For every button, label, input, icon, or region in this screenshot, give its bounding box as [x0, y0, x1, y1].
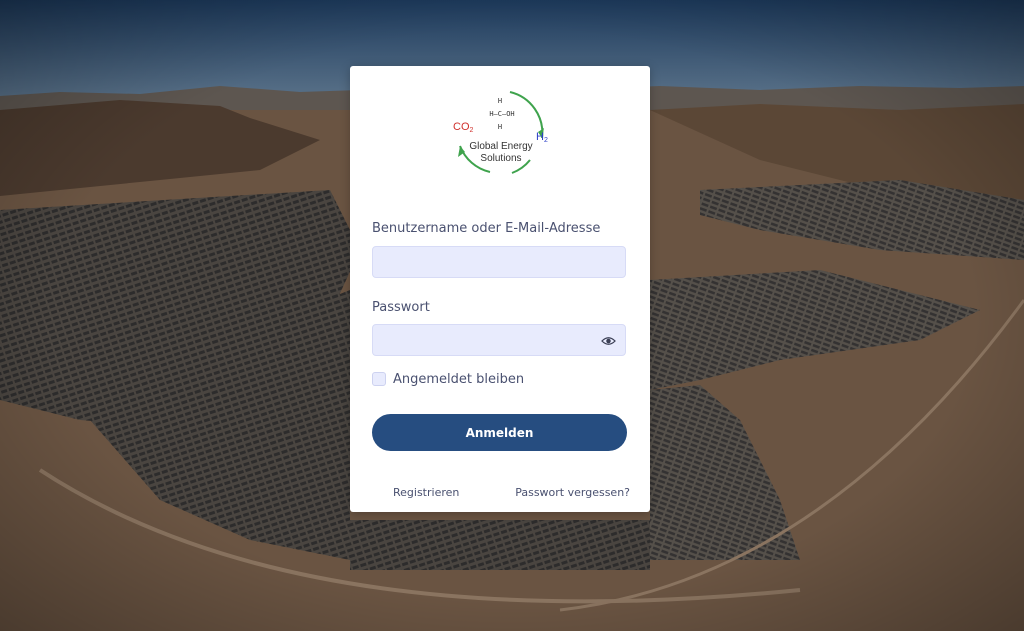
password-label: Passwort: [372, 300, 430, 315]
remember-me-row: Angemeldet bleiben: [372, 370, 524, 388]
password-input[interactable]: [373, 325, 625, 355]
register-link[interactable]: Registrieren: [393, 486, 459, 499]
forgot-password-link[interactable]: Passwort vergessen?: [515, 486, 630, 499]
logo-formula-top: H: [498, 97, 502, 105]
logo-title-line1: Global Energy: [469, 141, 532, 152]
logo-formula-main: H–C–OH: [489, 110, 514, 118]
logo-h2: H2: [536, 131, 548, 144]
username-input[interactable]: [373, 247, 625, 277]
login-button[interactable]: Anmelden: [372, 414, 627, 451]
remember-me-checkbox[interactable]: [372, 372, 386, 386]
company-logo: H H–C–OH H CO2 H2 Global Energy Solution…: [453, 91, 548, 174]
logo-title-line2: Solutions: [480, 153, 521, 164]
logo-co2: CO2: [453, 121, 474, 134]
username-label: Benutzername oder E-Mail-Adresse: [372, 221, 601, 236]
username-field-box: [372, 246, 626, 278]
remember-me-label: Angemeldet bleiben: [393, 371, 525, 387]
password-field-box: [372, 324, 626, 356]
eye-icon[interactable]: [601, 334, 616, 348]
login-card: H H–C–OH H CO2 H2 Global Energy Solution…: [350, 66, 650, 512]
logo-formula-bottom: H: [498, 123, 502, 131]
